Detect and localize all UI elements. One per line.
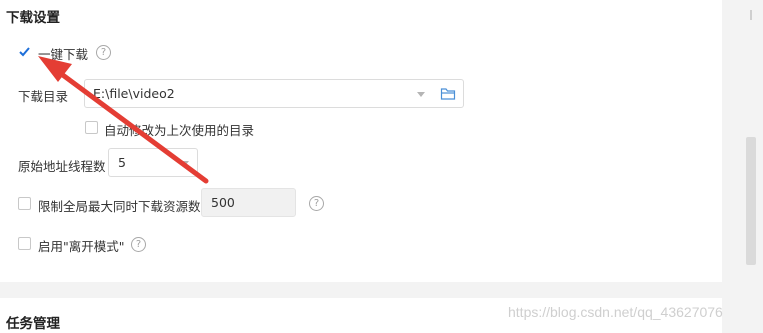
folder-icon[interactable] <box>440 86 456 101</box>
chevron-down-icon[interactable] <box>417 92 425 97</box>
threads-label: 原始地址线程数 <box>18 159 106 174</box>
chevron-down-icon[interactable] <box>181 161 189 166</box>
checkmark-icon <box>19 47 30 57</box>
limit-concurrent-label: 限制全局最大同时下载资源数 <box>38 199 201 214</box>
offline-mode-label: 启用"离开模式" <box>38 239 125 254</box>
watermark: https://blog.csdn.net/qq_43627076 <box>508 304 723 320</box>
scrollbar-cap <box>750 10 752 20</box>
limit-concurrent-input[interactable]: 500 <box>201 188 296 217</box>
download-dir-value: E:\file\video2 <box>93 86 175 101</box>
threads-value: 5 <box>118 155 126 170</box>
threads-select[interactable]: 5 <box>108 148 198 177</box>
download-dir-label: 下载目录 <box>18 89 69 104</box>
limit-concurrent-checkbox[interactable] <box>18 197 31 210</box>
download-dir-input[interactable]: E:\file\video2 <box>84 79 464 108</box>
section-title: 任务管理 <box>6 316 60 332</box>
one-click-checkbox[interactable] <box>18 45 31 58</box>
help-icon[interactable]: ? <box>309 196 324 211</box>
download-settings-panel: 下载设置 一键下载 ? 下载目录 E:\file\video2 自动修改为上次使… <box>0 0 722 282</box>
section-title: 下载设置 <box>6 10 60 26</box>
scrollbar[interactable] <box>741 0 763 333</box>
help-icon[interactable]: ? <box>96 45 111 60</box>
auto-modify-checkbox[interactable] <box>85 121 98 134</box>
limit-concurrent-value: 500 <box>211 195 235 210</box>
one-click-label: 一键下载 <box>38 47 89 62</box>
help-icon[interactable]: ? <box>131 237 146 252</box>
offline-mode-checkbox[interactable] <box>18 237 31 250</box>
auto-modify-label: 自动修改为上次使用的目录 <box>104 123 255 138</box>
scrollbar-thumb[interactable] <box>746 137 756 265</box>
